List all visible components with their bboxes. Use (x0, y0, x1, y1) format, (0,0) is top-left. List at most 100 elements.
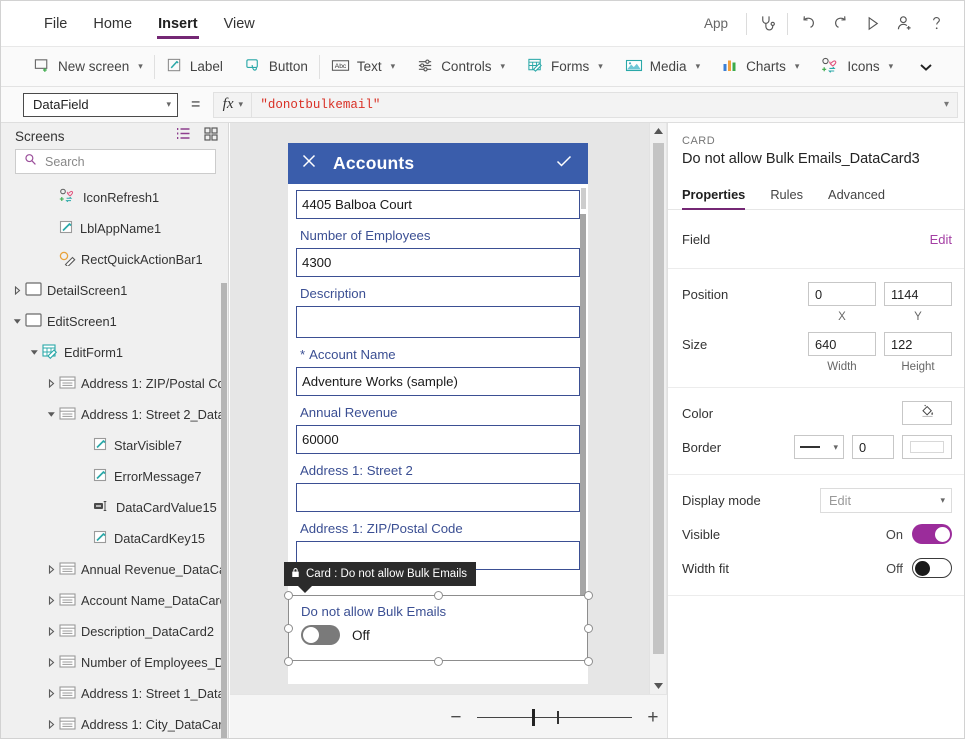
formula-input[interactable]: "donotbulkemail" ▾ (251, 92, 958, 118)
ribbon-label-control[interactable]: Label (155, 47, 234, 87)
form-field-input[interactable] (296, 483, 580, 512)
border-thickness-input[interactable]: 0 (852, 435, 894, 459)
ribbon-charts[interactable]: Charts ▾ (711, 47, 810, 87)
tree-item[interactable]: DetailScreen1 (1, 275, 228, 306)
selected-data-card[interactable]: Do not allow Bulk Emails Off (288, 595, 588, 661)
ribbon-button-control[interactable]: Button (234, 47, 319, 87)
position-y-input[interactable]: 1144 (884, 282, 952, 306)
share-user-icon[interactable] (888, 8, 920, 40)
tree-item[interactable]: Address 1: City_DataCard2 (1, 709, 228, 739)
tab-properties[interactable]: Properties (682, 187, 745, 209)
form-field-input[interactable]: Adventure Works (sample) (296, 367, 580, 396)
ribbon-controls[interactable]: Controls ▾ (406, 47, 516, 87)
resize-handle-s[interactable] (434, 657, 443, 666)
border-style-select[interactable]: ▾ (794, 435, 844, 459)
form-field-input[interactable]: 60000 (296, 425, 580, 454)
size-width-input[interactable]: 640 (808, 332, 876, 356)
tree-item[interactable]: EditForm1 (1, 337, 228, 368)
tree-item[interactable]: Address 1: Street 1_DataCar (1, 678, 228, 709)
tree-item[interactable]: Description_DataCard2 (1, 616, 228, 647)
size-height-input[interactable]: 122 (884, 332, 952, 356)
ribbon-media[interactable]: Media ▾ (614, 47, 711, 87)
bulk-email-toggle[interactable] (301, 625, 340, 645)
form-field-input[interactable] (296, 306, 580, 338)
tree-item[interactable]: IconRefresh1 (1, 182, 228, 213)
check-icon[interactable] (554, 152, 574, 175)
form-field-input[interactable]: 4300 (296, 248, 580, 277)
zoom-out-button[interactable]: − (441, 707, 471, 729)
ribbon-new-screen[interactable]: New screen ▾ (23, 47, 154, 87)
field-edit-link[interactable]: Edit (930, 232, 952, 247)
canvas-scroll-thumb[interactable] (653, 143, 664, 654)
color-picker-button[interactable] (902, 401, 952, 425)
menu-item-view[interactable]: View (211, 1, 268, 47)
tree-expand-arrow-icon[interactable] (9, 286, 25, 295)
thumbnail-view-icon[interactable] (204, 127, 218, 146)
menu-item-file[interactable]: File (31, 1, 80, 47)
width-fit-toggle[interactable] (912, 558, 952, 578)
ribbon-forms[interactable]: Forms ▾ (516, 47, 614, 87)
tree-expand-arrow-icon[interactable] (43, 596, 59, 605)
tree-expand-arrow-icon[interactable] (43, 379, 59, 388)
tree-item[interactable]: Address 1: ZIP/Postal Code_ (1, 368, 228, 399)
tree-expand-arrow-icon[interactable] (43, 689, 59, 698)
scroll-up-arrow-icon[interactable] (650, 123, 666, 140)
tree-item[interactable]: Number of Employees_Data (1, 647, 228, 678)
tree-item[interactable]: DataCardKey15 (1, 523, 228, 554)
tree-expand-arrow-icon[interactable] (43, 658, 59, 667)
tree-item[interactable]: StarVisible7 (1, 430, 228, 461)
tree-expand-arrow-icon[interactable] (43, 627, 59, 636)
tree-item[interactable]: Account Name_DataCard2 (1, 585, 228, 616)
form-field-input[interactable]: 4405 Balboa Court (296, 190, 580, 219)
menu-item-home[interactable]: Home (80, 1, 145, 47)
tab-rules[interactable]: Rules (770, 187, 803, 209)
resize-handle-w[interactable] (284, 624, 293, 633)
close-x-icon[interactable] (300, 152, 318, 175)
resize-handle-ne[interactable] (584, 591, 593, 600)
tree-item[interactable]: Annual Revenue_DataCard2 (1, 554, 228, 585)
help-icon[interactable] (920, 8, 952, 40)
zoom-slider-thumb[interactable] (532, 709, 535, 726)
app-scroll-thumb-top[interactable] (581, 188, 586, 209)
search-input[interactable]: Search (15, 149, 216, 174)
ribbon-overflow-button[interactable] (904, 47, 948, 87)
chevron-down-icon[interactable]: ▾ (944, 99, 949, 110)
tree-view-icon[interactable] (176, 127, 191, 145)
tree-item[interactable]: ErrorMessage7 (1, 461, 228, 492)
tree-collapse-arrow-icon[interactable] (43, 411, 59, 418)
tree-expand-arrow-icon[interactable] (43, 565, 59, 574)
border-color-button[interactable] (902, 435, 952, 459)
fx-button[interactable]: fx ▾ (213, 92, 251, 118)
menu-item-insert[interactable]: Insert (145, 1, 211, 47)
scroll-down-arrow-icon[interactable] (650, 677, 667, 694)
resize-handle-se[interactable] (584, 657, 593, 666)
canvas-scrollbar[interactable] (649, 123, 666, 694)
zoom-in-button[interactable]: + (638, 707, 668, 729)
tree-item[interactable]: EditScreen1 (1, 306, 228, 337)
redo-icon[interactable] (824, 8, 856, 40)
tab-advanced[interactable]: Advanced (828, 187, 885, 209)
tree-expand-arrow-icon[interactable] (43, 720, 59, 729)
stethoscope-icon[interactable] (751, 8, 783, 40)
resize-handle-n[interactable] (434, 591, 443, 600)
resize-handle-sw[interactable] (284, 657, 293, 666)
tree-item[interactable]: Address 1: Street 2_DataCar (1, 399, 228, 430)
resize-handle-nw[interactable] (284, 591, 293, 600)
position-x-input[interactable]: 0 (808, 282, 876, 306)
ribbon-icons[interactable]: Icons ▾ (810, 47, 904, 87)
app-scroll-thumb[interactable] (580, 214, 586, 612)
tree-item[interactable]: LblAppName1 (1, 213, 228, 244)
tree-item[interactable]: RectQuickActionBar1 (1, 244, 228, 275)
zoom-slider[interactable] (477, 708, 632, 728)
tree-item[interactable]: DataCardValue15 (1, 492, 228, 523)
resize-handle-e[interactable] (584, 624, 593, 633)
tree-collapse-arrow-icon[interactable] (26, 349, 42, 356)
tree-scrollbar[interactable] (221, 283, 227, 739)
visible-toggle[interactable] (912, 524, 952, 544)
ribbon-text[interactable]: Abc Text ▾ (320, 47, 406, 87)
tree-collapse-arrow-icon[interactable] (9, 318, 25, 325)
property-selector[interactable]: DataField ▾ (23, 93, 178, 117)
display-mode-select[interactable]: Edit ▾ (820, 488, 952, 513)
play-icon[interactable] (856, 8, 888, 40)
undo-icon[interactable] (792, 8, 824, 40)
